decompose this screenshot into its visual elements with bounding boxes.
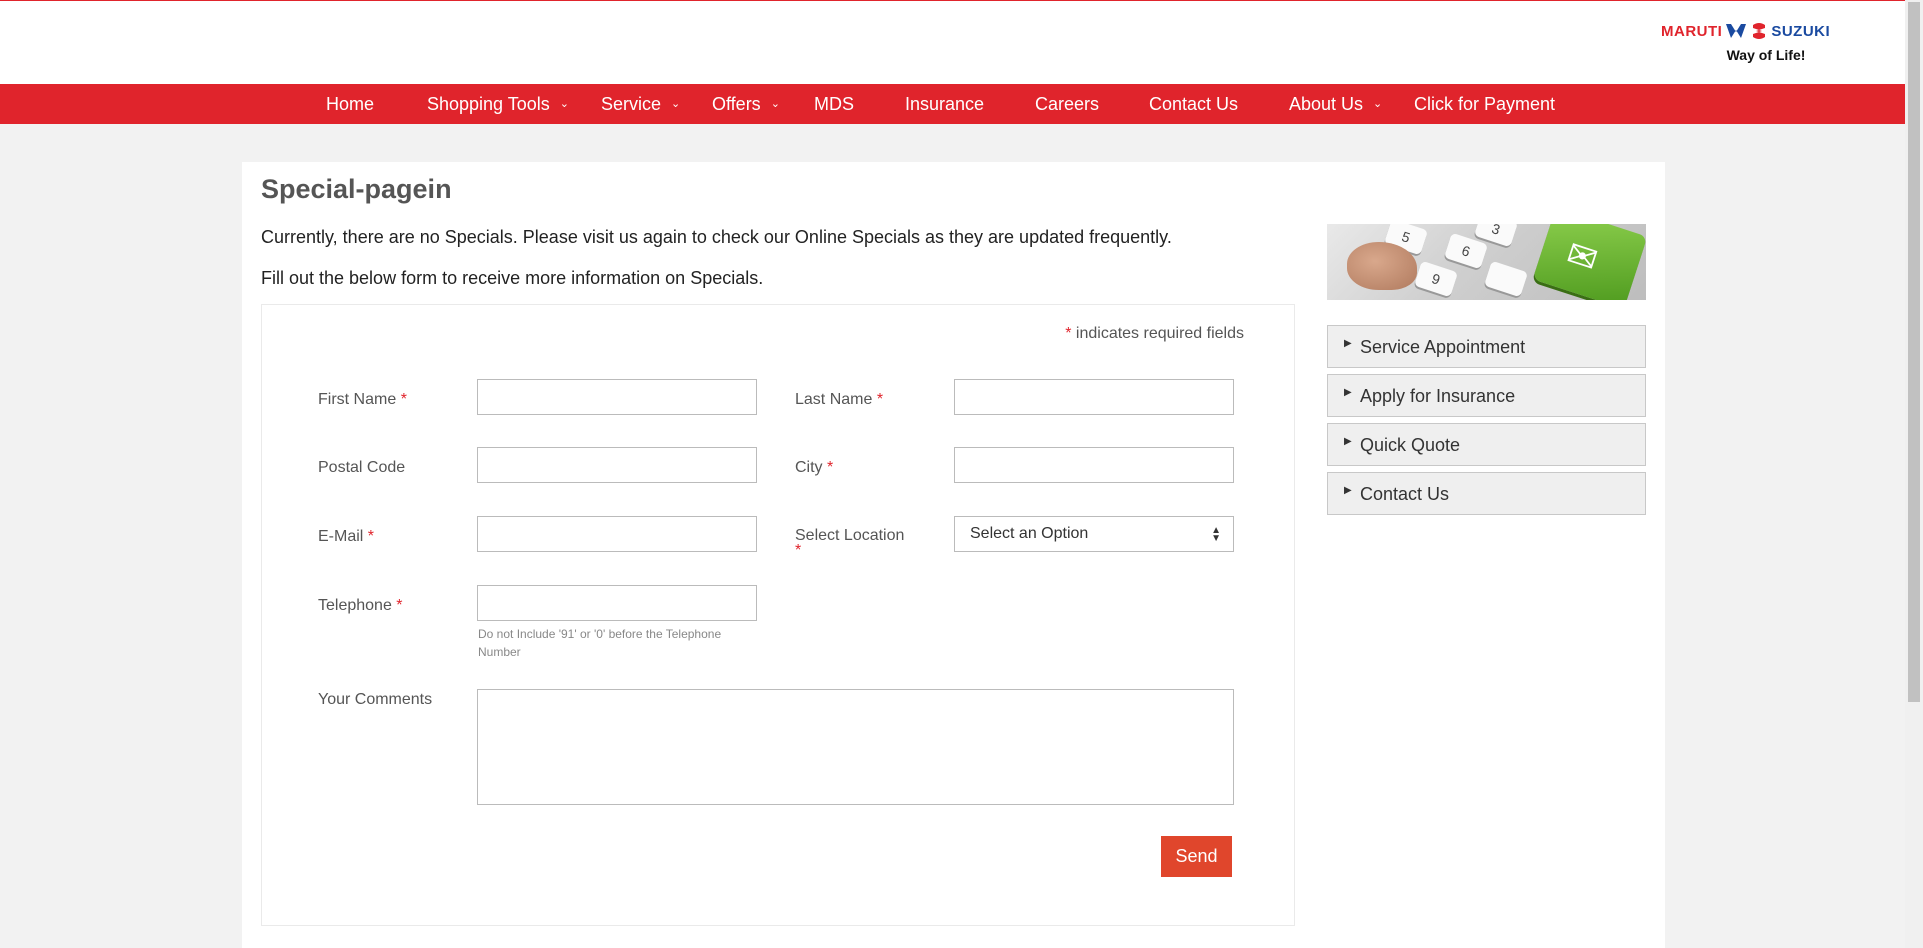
nav-careers[interactable]: Careers (1035, 84, 1099, 124)
required-star: * (400, 391, 407, 408)
nav-click-for-payment[interactable]: Click for Payment (1414, 84, 1555, 124)
nav-service[interactable]: Service ⌄ (601, 84, 680, 124)
required-star: * (876, 391, 884, 408)
logo-suzuki-text: SUZUKI (1771, 22, 1831, 40)
scrollbar-thumb[interactable] (1908, 2, 1920, 702)
nav-offers[interactable]: Offers ⌄ (712, 84, 780, 124)
nav-about-us[interactable]: About Us ⌄ (1289, 84, 1382, 124)
logo-brand: MARUTI SUZUKI (1661, 21, 1847, 41)
required-star: * (795, 542, 802, 559)
nav-label: Insurance (905, 94, 985, 114)
chevron-down-icon: ⌄ (770, 98, 780, 110)
chevron-down-icon: ⌄ (671, 98, 681, 110)
telephone-input[interactable] (477, 585, 757, 621)
maruti-suzuki-logo[interactable]: MARUTI SUZUKI Way of Life! (1661, 21, 1847, 69)
sidebar-service-appointment[interactable]: ▶ Service Appointment (1327, 325, 1646, 368)
nav-label: About Us (1289, 94, 1364, 114)
content-container: Special-pagein Currently, there are no S… (242, 162, 1665, 948)
first-name-input[interactable] (477, 379, 757, 415)
city-label: City * (795, 459, 833, 477)
keypad-key: 9 (1413, 260, 1459, 298)
telephone-label: Telephone * (318, 597, 403, 615)
telephone-hint: Do not Include '91' or '0' before the Te… (478, 627, 722, 659)
select-arrows-icon: ▲ ▼ (1211, 525, 1221, 544)
nav-insurance[interactable]: Insurance (905, 84, 984, 124)
nav-shopping-tools[interactable]: Shopping Tools ⌄ (427, 84, 569, 124)
postal-code-label: Postal Code (318, 459, 405, 477)
sidebar-quick-quote[interactable]: ▶ Quick Quote (1327, 423, 1646, 466)
sidebar-apply-insurance[interactable]: ▶ Apply for Insurance (1327, 374, 1646, 417)
nav-label: Contact Us (1149, 94, 1239, 114)
send-button[interactable]: Send (1161, 836, 1232, 877)
city-input[interactable] (954, 447, 1234, 483)
nav-contact-us[interactable]: Contact Us (1149, 84, 1238, 124)
email-label: E-Mail * (318, 528, 374, 546)
sidebar-link-label: Service Appointment (1360, 337, 1526, 357)
nav-label: Careers (1035, 94, 1100, 114)
caret-right-icon: ▶ (1344, 338, 1352, 349)
sidebar-link-label: Apply for Insurance (1360, 386, 1516, 406)
label-text: E-Mail (318, 528, 364, 545)
postal-code-input[interactable] (477, 447, 757, 483)
label-text: Last Name (795, 391, 873, 408)
chevron-down-icon: ⌄ (559, 98, 569, 110)
page-title: Special-pagein (261, 174, 452, 204)
location-select-value: Select an Option (970, 525, 1089, 542)
specials-form: * indicates required fields First Name *… (261, 304, 1295, 926)
specials-banner-image: 5 6 3 9 ✉ (1327, 224, 1646, 300)
label-text: City (795, 459, 823, 476)
nav-label: Service (601, 94, 662, 114)
finger-image (1347, 242, 1417, 290)
label-text: Postal Code (318, 459, 406, 476)
first-name-label: First Name * (318, 391, 407, 409)
required-star: * (367, 528, 375, 545)
nav-mds[interactable]: MDS (814, 84, 854, 124)
caret-right-icon: ▶ (1344, 485, 1352, 496)
caret-right-icon: ▶ (1344, 436, 1352, 447)
suzuki-s-icon (1753, 23, 1766, 39)
nav-label: Home (326, 94, 375, 114)
required-star: * (827, 459, 834, 476)
sidebar-link-label: Quick Quote (1360, 435, 1461, 455)
nav-label: Click for Payment (1414, 94, 1556, 114)
last-name-input[interactable] (954, 379, 1234, 415)
comments-label: Your Comments (318, 691, 432, 709)
main-nav: Home Shopping Tools ⌄ Service ⌄ Offers ⌄ MD… (0, 84, 1905, 124)
label-text: Select Location (795, 527, 905, 544)
caret-right-icon: ▶ (1344, 387, 1352, 398)
nav-label: Offers (712, 94, 761, 114)
intro-text: Currently, there are no Specials. Please… (261, 227, 1172, 247)
logo-maruti-text: MARUTI (1661, 22, 1723, 40)
comments-textarea[interactable] (477, 689, 1234, 805)
nav-label: Shopping Tools (427, 94, 550, 114)
last-name-label: Last Name * (795, 391, 883, 409)
required-note-text: indicates required fields (1075, 325, 1244, 342)
required-note: * indicates required fields (1065, 325, 1244, 343)
label-text: Telephone (318, 597, 392, 614)
email-input[interactable] (477, 516, 757, 552)
page-scrollbar[interactable] (1905, 0, 1923, 948)
select-location-label: Select Location * (795, 527, 925, 559)
maruti-emblem-icon (1726, 24, 1747, 38)
label-text: First Name (318, 391, 397, 408)
required-star: * (1065, 325, 1072, 342)
required-star: * (396, 597, 403, 614)
label-text: Your Comments (318, 691, 433, 708)
header: MARUTI SUZUKI Way of Life! (0, 1, 1905, 84)
logo-tagline: Way of Life! (1726, 47, 1806, 63)
keypad-key (1483, 260, 1529, 298)
form-intro-text: Fill out the below form to receive more … (261, 268, 764, 288)
nav-home[interactable]: Home (326, 84, 374, 124)
nav-label: MDS (814, 94, 854, 114)
chevron-down-icon: ⌄ (1373, 98, 1383, 110)
sidebar-link-label: Contact Us (1360, 484, 1450, 504)
sidebar-contact-us[interactable]: ▶ Contact Us (1327, 472, 1646, 515)
location-select[interactable]: Select an Option ▲ ▼ (954, 516, 1234, 552)
